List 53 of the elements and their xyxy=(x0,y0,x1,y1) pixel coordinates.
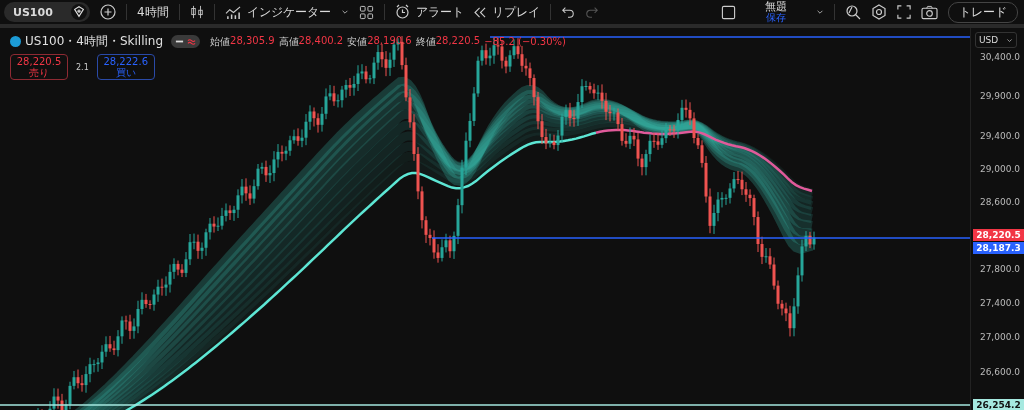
magnifier-icon[interactable] xyxy=(845,4,861,20)
diamond-plus-icon[interactable] xyxy=(71,4,87,20)
ohlc-label: 始値 xyxy=(210,34,231,49)
buy-button[interactable]: 28,222.6 買い xyxy=(96,54,155,80)
price-tick-label: 28,600.0 xyxy=(979,197,1020,207)
ohlc-label: 終値 xyxy=(415,34,436,49)
camera-icon[interactable] xyxy=(921,4,938,20)
undo-icon[interactable] xyxy=(560,5,575,19)
price-change: −85.2 (−0.30%) xyxy=(484,36,566,47)
spread-value: 2.1 xyxy=(76,62,89,72)
ohlc-value: 28,190.6 xyxy=(367,34,412,48)
fullscreen-icon[interactable] xyxy=(897,5,911,19)
caret-icon xyxy=(1006,36,1013,44)
price-tick-label: 30,400.0 xyxy=(979,52,1020,62)
price-tick-label: 27,000.0 xyxy=(979,332,1020,342)
ohlc-value: 28,305.9 xyxy=(230,34,275,48)
rewind-icon xyxy=(473,6,487,18)
symbol-logo-icon xyxy=(10,36,21,47)
price-tick-label: 27,400.0 xyxy=(979,298,1020,308)
interval-button[interactable]: 4時間 xyxy=(137,3,169,21)
candlestick-icon[interactable] xyxy=(189,4,204,20)
grid-icon[interactable] xyxy=(358,4,374,20)
trade-button[interactable]: トレード xyxy=(948,1,1018,23)
sell-button[interactable]: 28,220.5 売り xyxy=(10,54,68,80)
price-tick-label: 29,000.0 xyxy=(979,164,1020,174)
indicators-button[interactable]: インジケーター xyxy=(224,3,331,21)
caret-icon[interactable] xyxy=(340,8,349,16)
price-tick-label: 29,400.0 xyxy=(979,131,1020,141)
square-icon[interactable] xyxy=(721,4,736,20)
chart-line-icon xyxy=(224,4,242,20)
price-tick-label: 26,600.0 xyxy=(979,367,1020,377)
ohlc-value: 28,220.5 xyxy=(435,34,481,48)
add-icon[interactable] xyxy=(100,4,116,20)
price-tag: 28,220.5 xyxy=(973,229,1024,241)
chart-title: US100・4時間・Skilling xyxy=(25,33,164,50)
price-tag: 28,187.3 xyxy=(973,242,1024,254)
save-label[interactable]: 保存 xyxy=(766,13,786,23)
symbol-search-field[interactable]: US100 xyxy=(4,2,90,22)
toggle-chip[interactable] xyxy=(171,35,201,48)
approx-icon xyxy=(187,37,197,46)
ohlc-value: 28,400.2 xyxy=(298,34,344,48)
layout-title[interactable]: 無題 xyxy=(765,1,787,12)
alert-button[interactable]: アラート xyxy=(394,3,464,21)
price-tick-label: 27,800.0 xyxy=(979,264,1020,274)
settings-icon[interactable] xyxy=(871,4,887,20)
currency-dropdown[interactable]: USD xyxy=(975,32,1017,48)
alarm-clock-icon xyxy=(394,4,411,20)
price-tick-label: 29,900.0 xyxy=(979,91,1020,101)
caret-icon[interactable] xyxy=(816,8,824,16)
replay-button[interactable]: リプレイ xyxy=(473,3,540,21)
ohlc-label: 高値 xyxy=(278,34,299,49)
ohlc-label: 安値 xyxy=(347,34,368,49)
price-tag: 26,254.2 xyxy=(973,399,1024,410)
